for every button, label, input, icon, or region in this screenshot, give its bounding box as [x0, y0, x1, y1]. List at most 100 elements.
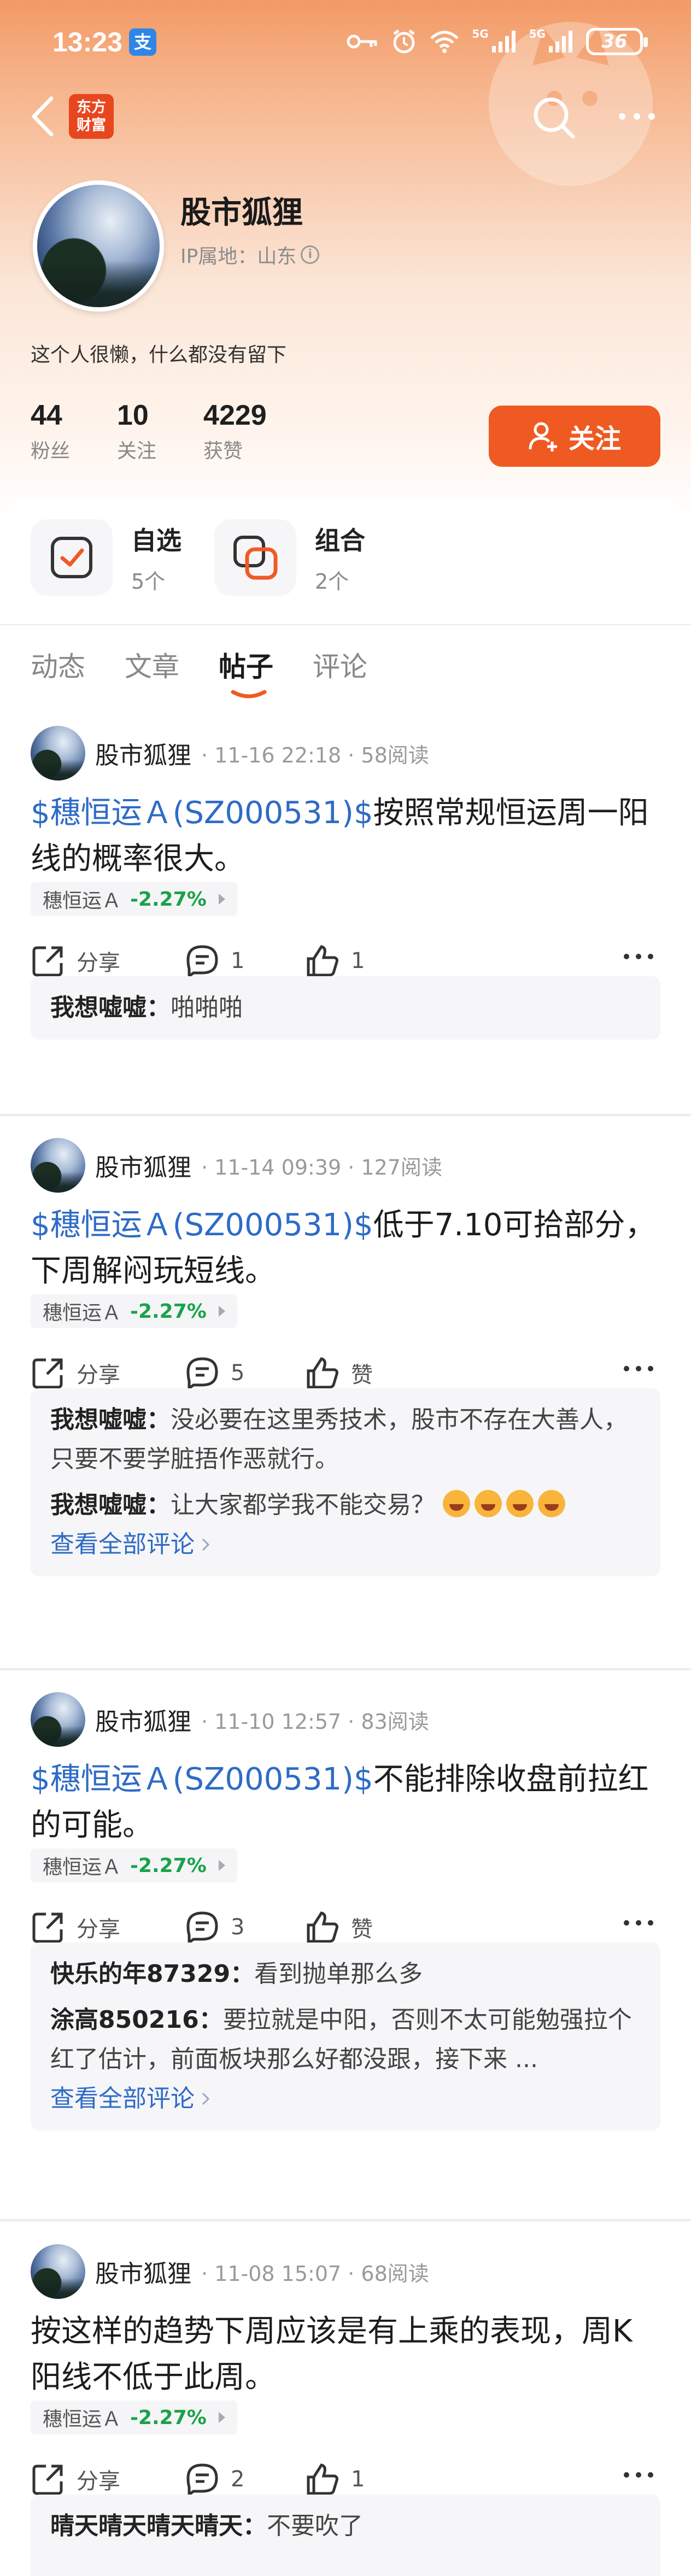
app-logo: 东方 财富: [69, 94, 114, 139]
post-author[interactable]: 股市狐狸: [95, 1148, 191, 1183]
wifi-icon: [430, 31, 459, 53]
stock-tag[interactable]: 穗恒运Ａ -2.27%: [31, 2401, 237, 2434]
stock-tag-name: 穗恒运Ａ: [43, 890, 122, 912]
comment-preview[interactable]: 我想嘘嘘：啪啪啪: [31, 976, 660, 1040]
post-text[interactable]: $穗恒运Ａ(SZ000531)$不能排除收盘前拉红的可能。: [31, 1757, 659, 1849]
more-options-icon[interactable]: [622, 951, 655, 962]
divider: [0, 624, 691, 625]
quick-entries: 自选 5个 组合 2个: [31, 519, 378, 596]
portfolio-entry[interactable]: 组合 2个: [214, 519, 378, 596]
stat-followers[interactable]: 44 粉丝: [31, 399, 70, 463]
comment-item: 涂高850216：要拉就是中阳，否则不太可能勉强拉个红了估计，前面板块那么好都没…: [50, 2000, 641, 2079]
profile-tabs: 动态 文章 帖子 评论: [31, 645, 367, 699]
app-logo-line1: 东方: [77, 99, 106, 116]
profile-bio: 这个人很懒，什么都没有留下: [31, 344, 287, 366]
play-arrow-icon: [218, 894, 225, 905]
share-label: 分享: [77, 2469, 120, 2494]
stock-tag-change: -2.27%: [130, 1300, 207, 1323]
post-text[interactable]: $穗恒运Ａ(SZ000531)$低于7.10可拾部分，下周解闷玩短线。: [31, 1202, 659, 1294]
post-text[interactable]: 按这样的趋势下周应该是有上乘的表现，周K阳线不低于此周。: [31, 2309, 659, 2401]
share-label: 分享: [77, 1917, 120, 1942]
tab-posts[interactable]: 帖子: [219, 645, 273, 699]
tab-activity[interactable]: 动态: [31, 645, 85, 684]
app-logo-line2: 财富: [77, 117, 106, 134]
nav-bar: 东方 财富: [0, 82, 691, 153]
comment-count: 2: [231, 2467, 245, 2492]
back-arrow-icon[interactable]: [24, 92, 62, 141]
laugh-emoji-icon: [443, 1490, 470, 1517]
stat-value: 44: [31, 400, 62, 431]
more-options-icon[interactable]: [622, 1363, 655, 1374]
comment-icon: [186, 2463, 218, 2497]
comment-preview[interactable]: 晴天晴天晴天晴天：不要吹了: [31, 2495, 660, 2576]
status-icons: 5G 5G 36: [346, 24, 648, 59]
ip-location: IP属地：山东 i: [180, 240, 320, 269]
comment-user: 快乐的年87329：: [50, 1960, 255, 1988]
signal-icon: [491, 31, 516, 52]
entry-title: 组合: [315, 525, 365, 555]
profile-name: 股市狐狸: [180, 195, 303, 231]
post-author[interactable]: 股市狐狸: [95, 2254, 191, 2289]
thumbs-up-icon: [307, 945, 338, 977]
laugh-emoji-icon: [506, 1490, 534, 1517]
stock-tag[interactable]: 穗恒运Ａ -2.27%: [31, 1849, 237, 1882]
share-icon: [32, 1358, 63, 1389]
post-meta: · 11-08 15:07 · 68阅读: [201, 2261, 429, 2286]
comment-count: 1: [231, 948, 245, 973]
post-author[interactable]: 股市狐狸: [95, 736, 191, 771]
comment-count: 5: [231, 1360, 245, 1386]
avatar[interactable]: [31, 2244, 85, 2299]
stat-value: 4229: [203, 400, 267, 431]
stock-link[interactable]: $穗恒运Ａ(SZ000531)$: [31, 1207, 373, 1243]
laugh-emoji-icon: [538, 1490, 565, 1517]
view-all-comments-link[interactable]: 查看全部评论: [50, 2079, 641, 2119]
comment-user: 我想嘘嘘：: [50, 1491, 171, 1519]
comment-user: 晴天晴天晴天晴天：: [50, 2512, 267, 2540]
avatar[interactable]: [31, 1138, 85, 1193]
avatar[interactable]: [33, 180, 164, 312]
follow-button[interactable]: 关注: [489, 406, 660, 467]
like-label: 赞: [351, 1917, 373, 1942]
more-options-icon[interactable]: [622, 1917, 655, 1928]
stock-tag[interactable]: 穗恒运Ａ -2.27%: [31, 1294, 237, 1328]
stock-tag-name: 穗恒运Ａ: [43, 2408, 122, 2431]
comment-preview[interactable]: 我想嘘嘘：没必要在这里秀技术，股市不存在大善人，只要不要学脏捂作恶就行。 我想嘘…: [31, 1388, 660, 1576]
stat-following[interactable]: 10 关注: [117, 399, 156, 463]
post-meta: · 11-14 09:39 · 127阅读: [201, 1155, 442, 1180]
watchlist-entry[interactable]: 自选 5个: [31, 519, 195, 596]
play-arrow-icon: [218, 1860, 225, 1871]
tab-comments[interactable]: 评论: [313, 645, 367, 684]
avatar[interactable]: [31, 1692, 85, 1747]
add-user-icon: [529, 422, 557, 451]
stock-link[interactable]: $穗恒运Ａ(SZ000531)$: [31, 1762, 373, 1797]
view-all-label: 查看全部评论: [50, 1530, 195, 1558]
more-options-icon[interactable]: [622, 2469, 655, 2480]
comment-item: 我想嘘嘘：让大家都学我不能交易？: [50, 1486, 641, 1525]
comment-text: 不要吹了: [267, 2512, 363, 2540]
checkbox-icon: [31, 519, 113, 596]
post-separator: [0, 1114, 691, 1116]
avatar[interactable]: [31, 726, 85, 781]
post-meta: · 11-16 22:18 · 58阅读: [201, 743, 429, 767]
follow-button-label: 关注: [568, 424, 621, 454]
stock-tag-change: -2.27%: [130, 888, 207, 911]
like-count: 1: [351, 948, 365, 973]
stock-link[interactable]: $穗恒运Ａ(SZ000531)$: [31, 795, 373, 831]
comment-preview[interactable]: 快乐的年87329：看到抛单那么多 涂高850216：要拉就是中阳，否则不太可能…: [31, 1943, 660, 2131]
thumbs-up-icon: [307, 1357, 338, 1389]
content-card: 自选 5个 组合 2个 动态 文章 帖子 评论 股市狐狸 · 11-16 22:…: [0, 497, 691, 2576]
entry-title: 自选: [131, 525, 181, 555]
view-all-comments-link[interactable]: 查看全部评论: [50, 1525, 641, 1564]
comment-item: 我想嘘嘘：没必要在这里秀技术，股市不存在大善人，只要不要学脏捂作恶就行。: [50, 1400, 641, 1479]
comment-count: 3: [231, 1915, 245, 1940]
comment-text: 看到抛单那么多: [254, 1960, 423, 1988]
share-icon: [32, 2464, 63, 2495]
search-icon[interactable]: [529, 93, 578, 142]
more-menu-icon[interactable]: [612, 97, 661, 136]
tab-articles[interactable]: 文章: [125, 645, 179, 684]
stock-tag[interactable]: 穗恒运Ａ -2.27%: [31, 882, 237, 916]
post-author[interactable]: 股市狐狸: [95, 1702, 191, 1737]
post-text[interactable]: $穗恒运Ａ(SZ000531)$按照常规恒运周一阳线的概率很大。: [31, 790, 659, 882]
entry-count: 2个: [315, 569, 349, 594]
info-icon[interactable]: i: [301, 245, 320, 264]
